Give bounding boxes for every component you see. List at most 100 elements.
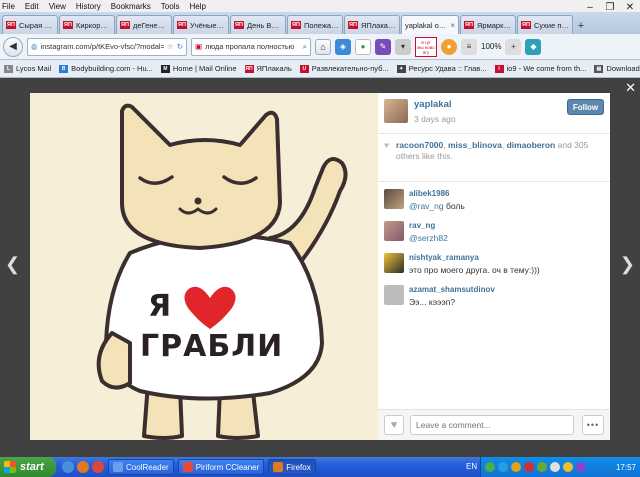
bookmark-item[interactable]: ЯП ЯПлакаль xyxy=(244,64,292,73)
post-author: yaplakal 3 days ago xyxy=(384,99,456,124)
app-icon xyxy=(182,462,193,472)
avatar[interactable] xyxy=(384,189,404,209)
sync-icon[interactable]: ● xyxy=(355,38,371,55)
liker-link[interactable]: miss_blinova xyxy=(448,140,502,150)
bookmark-item[interactable]: ▤Download music, movi... xyxy=(594,64,640,73)
language-indicator[interactable]: EN xyxy=(466,462,477,471)
clock[interactable]: 17:57 xyxy=(616,463,636,472)
comment-input[interactable] xyxy=(410,415,574,435)
menu-tools[interactable]: Tools xyxy=(161,2,180,11)
comment-user[interactable]: azamat_shamsutdinov xyxy=(409,285,495,294)
taskbar-item-active[interactable]: Firefox xyxy=(268,459,316,475)
tab[interactable]: ЯПУчёные п... xyxy=(173,15,229,34)
menu-history[interactable]: History xyxy=(76,2,101,11)
post-time[interactable]: 3 days ago xyxy=(414,114,456,124)
menu-view[interactable]: View xyxy=(49,2,66,11)
liker-link[interactable]: racoon7000 xyxy=(396,140,443,150)
avatar[interactable] xyxy=(384,285,404,305)
close-tab-icon[interactable]: × xyxy=(450,21,455,30)
menu-help[interactable]: Help xyxy=(189,2,205,11)
new-tab-icon[interactable]: + xyxy=(574,17,588,34)
previous-post-icon[interactable]: ❮ xyxy=(5,254,20,275)
zoom-in-icon[interactable]: + xyxy=(505,38,522,55)
search-box[interactable]: ▣ люда пропала полностью ⌕ xyxy=(191,37,311,56)
yaplakal-icon: ЯП xyxy=(291,21,301,29)
comment-user[interactable]: alibek1986 xyxy=(409,189,465,198)
bookmark-icon: i xyxy=(494,64,504,73)
taskbar-item[interactable]: CoolReader xyxy=(108,459,174,475)
comment-mention[interactable]: @rav_ng xyxy=(409,201,444,211)
reload-icon[interactable]: ↻ xyxy=(177,42,183,51)
addon-icon[interactable]: ◈ xyxy=(335,38,351,55)
tray-icon[interactable] xyxy=(498,462,508,472)
tray-icon[interactable] xyxy=(563,462,573,472)
orange-addon-icon[interactable]: ● xyxy=(441,38,457,55)
tab[interactable]: ЯП День Воз... xyxy=(230,15,286,34)
home-icon[interactable]: ⌂ xyxy=(315,38,331,55)
tools-icon[interactable]: ▾ xyxy=(395,38,411,55)
taskbar-item[interactable]: Piriform CCleaner xyxy=(177,459,265,475)
bookmark-item[interactable]: L Lycos Mail xyxy=(4,64,51,73)
bookmark-item[interactable]: B Bodybuilding.com - Hu... xyxy=(59,64,153,73)
volume-icon[interactable] xyxy=(550,462,560,472)
nav-bar: ◀ ◍ instagram.com/p/tKEvo-vfsc/?modal=tr… xyxy=(0,34,640,60)
menu-edit[interactable]: Edit xyxy=(25,2,39,11)
post-photo[interactable]: Я ГРАБЛИ xyxy=(30,93,378,440)
menu-file[interactable]: File xyxy=(2,2,15,11)
next-post-icon[interactable]: ❯ xyxy=(620,254,635,275)
tray-icon[interactable] xyxy=(537,462,547,472)
comment: alibek1986 @rav_ng боль xyxy=(384,189,604,219)
comment-user[interactable]: rav_ng xyxy=(409,221,448,230)
pen-icon[interactable]: ✎ xyxy=(375,38,391,55)
comment-user[interactable]: nishtyak_ramanya xyxy=(409,253,540,262)
tab[interactable]: ЯППолежала... xyxy=(287,15,343,34)
likes-count[interactable]: 305 xyxy=(574,140,588,150)
menu-icon[interactable]: ≡ xyxy=(461,38,477,55)
pocket-icon[interactable]: ◆ xyxy=(525,38,542,55)
tab[interactable]: ЯП ЯПлакаль xyxy=(344,15,400,34)
bookmark-item[interactable]: M Home | Mail Online xyxy=(160,64,237,73)
tab[interactable]: ЯПЯрмарка ... xyxy=(460,15,516,34)
bookmark-star-icon[interactable]: ☆ xyxy=(167,42,174,51)
tray-icon[interactable] xyxy=(576,462,586,472)
firefox-icon xyxy=(273,462,284,472)
tab[interactable]: ЯП Сухие по... xyxy=(517,15,573,34)
comment-mention[interactable]: @serzh82 xyxy=(409,233,448,243)
author-name[interactable]: yaplakal xyxy=(414,99,456,110)
menu-bookmarks[interactable]: Bookmarks xyxy=(111,2,151,11)
skype-icon[interactable] xyxy=(62,461,74,473)
chrome-icon[interactable] xyxy=(92,461,104,473)
like-heart-icon[interactable]: ♥ xyxy=(384,415,404,435)
tray-icon[interactable] xyxy=(485,462,495,472)
bookmark-item[interactable]: U Развлекательно-пуб... xyxy=(299,64,389,73)
notice-badge[interactable]: в гуг мы ново ягу xyxy=(415,36,437,57)
yaplakal-icon: ЯП xyxy=(63,21,73,29)
comment: nishtyak_ramanya это про моего друга. оч … xyxy=(384,253,604,283)
url-bar[interactable]: ◍ instagram.com/p/tKEvo-vfsc/?modal=true… xyxy=(27,37,187,56)
close-modal-icon[interactable]: ✕ xyxy=(625,80,636,96)
avatar[interactable] xyxy=(384,99,408,123)
bookmark-item[interactable]: ✦ Ресурс Удава :: Глав... xyxy=(396,64,487,73)
firefox-icon[interactable] xyxy=(77,461,89,473)
tab[interactable]: ЯПСырая пр... xyxy=(2,15,58,34)
tab[interactable]: ЯПдеГенера... xyxy=(116,15,172,34)
search-engine-icon: ▣ xyxy=(195,42,203,51)
tab[interactable]: ЯП Киркоров... xyxy=(59,15,115,34)
more-options-icon[interactable]: ••• xyxy=(582,415,604,435)
tray-icon[interactable] xyxy=(511,462,521,472)
back-arrow-icon[interactable]: ◀ xyxy=(3,36,23,57)
avatar[interactable] xyxy=(384,253,404,273)
start-button[interactable]: start xyxy=(0,457,56,477)
bookmark-item[interactable]: i io9 - We come from th... xyxy=(494,64,586,73)
avatar[interactable] xyxy=(384,221,404,241)
tray-icon[interactable] xyxy=(524,462,534,472)
zoom-level[interactable]: 100% xyxy=(481,42,501,51)
yaplakal-icon: ЯП xyxy=(244,64,254,73)
follow-button[interactable]: Follow xyxy=(567,99,604,115)
liker-link[interactable]: dimaoberon xyxy=(507,140,556,150)
comment-footer: ♥ ••• xyxy=(378,409,610,440)
yaplakal-icon: ЯП xyxy=(177,21,187,29)
search-icon[interactable]: ⌕ xyxy=(303,42,307,52)
tab-active[interactable]: yaplakal on... × xyxy=(401,15,459,34)
divider xyxy=(378,133,610,134)
